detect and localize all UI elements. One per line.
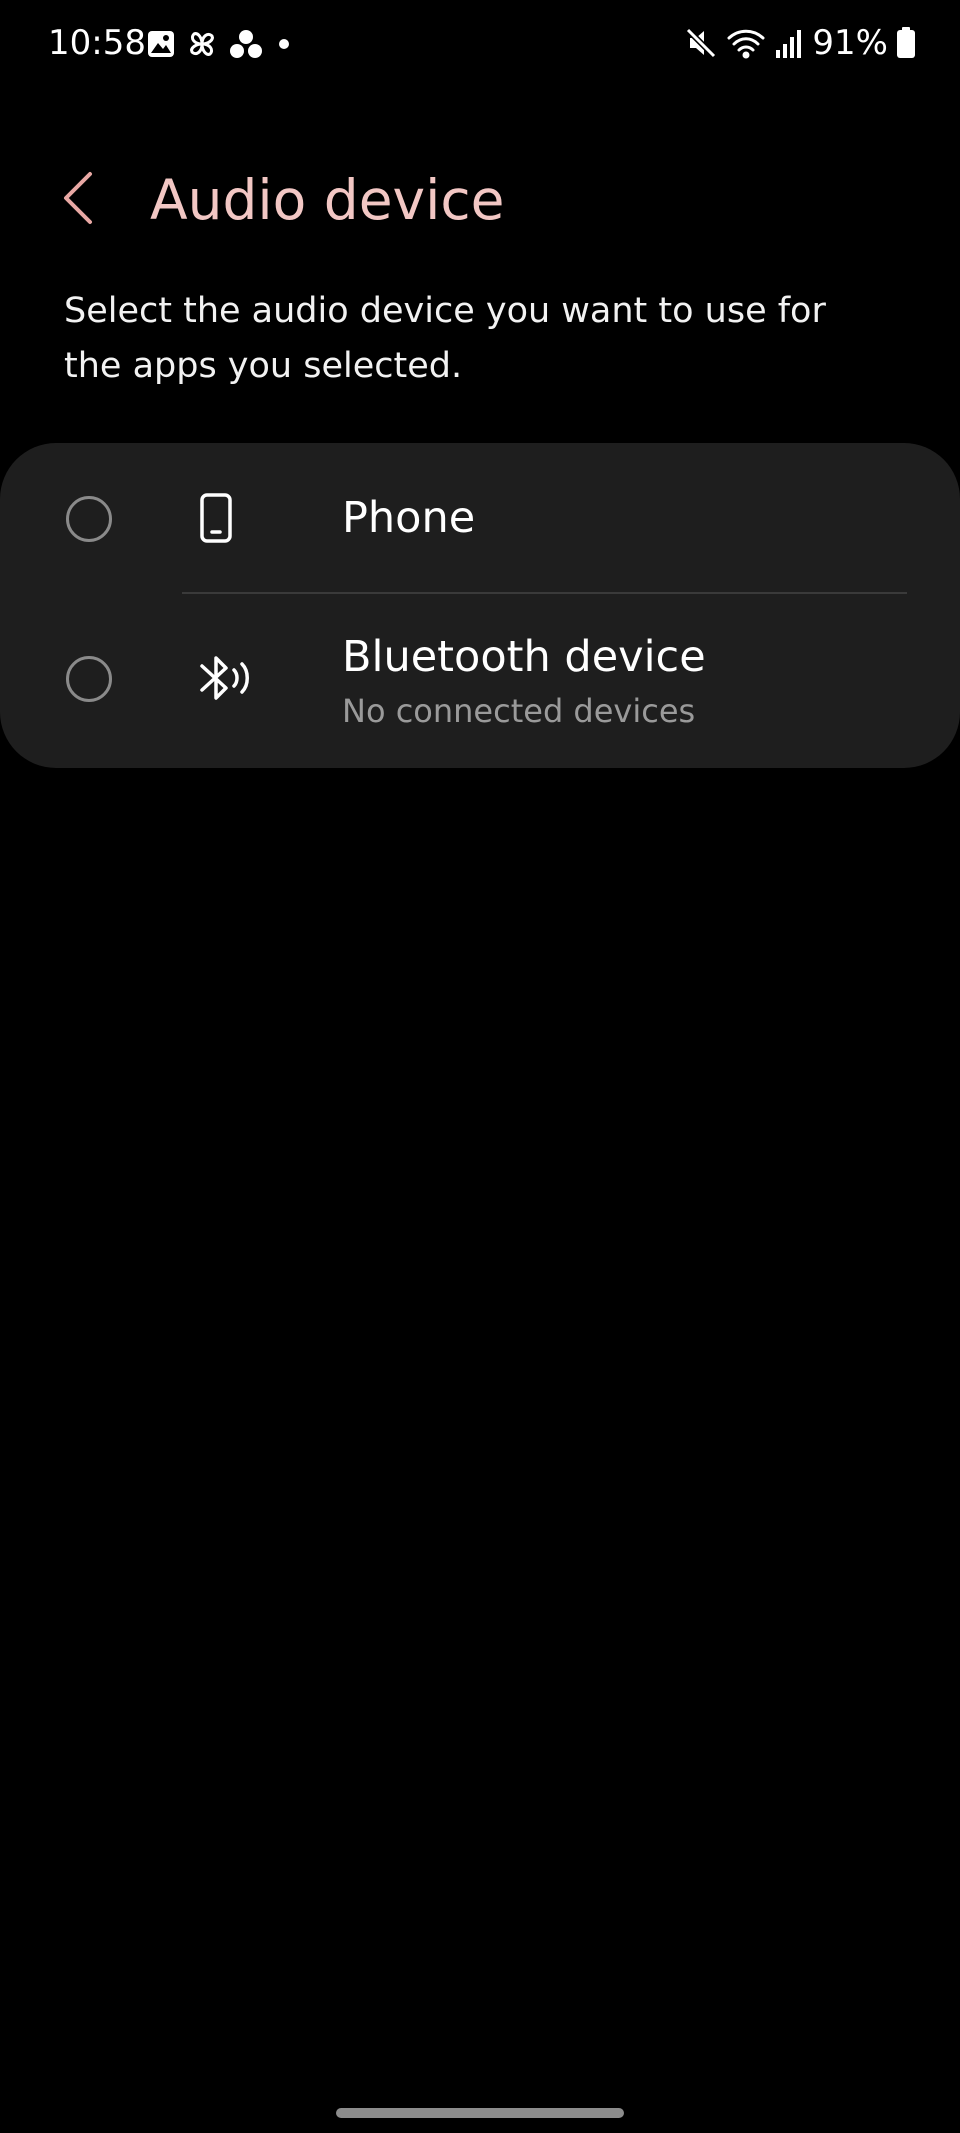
notification-dot-icon xyxy=(274,34,294,54)
mute-icon xyxy=(684,26,718,60)
home-indicator[interactable] xyxy=(336,2108,624,2118)
bluetooth-radio-button[interactable] xyxy=(66,656,112,702)
option-bluetooth-device[interactable]: Bluetooth device No connected devices xyxy=(0,593,960,768)
pinwheel-icon xyxy=(186,28,218,60)
gallery-icon xyxy=(146,29,176,59)
battery-percent: 91% xyxy=(812,23,888,63)
battery-icon xyxy=(896,26,916,60)
phone-icon xyxy=(196,486,236,550)
status-bar: 10:58 91% xyxy=(0,0,960,92)
phone-radio-button[interactable] xyxy=(66,496,112,542)
app-header: Audio device xyxy=(0,150,960,250)
signal-icon xyxy=(774,26,804,60)
option-phone[interactable]: Phone xyxy=(0,443,960,593)
audio-device-list: Phone Bluetooth device No connected devi… xyxy=(0,443,960,768)
wifi-icon xyxy=(726,26,766,60)
option-title: Phone xyxy=(342,493,476,543)
three-dots-app-icon xyxy=(228,28,264,60)
option-subtitle: No connected devices xyxy=(342,692,696,730)
chevron-left-icon xyxy=(60,170,96,230)
status-left-icons xyxy=(146,27,294,61)
bluetooth-audio-icon xyxy=(196,646,260,710)
page-title: Audio device xyxy=(150,168,505,232)
option-title: Bluetooth device xyxy=(342,632,706,682)
status-right-icons: 91% xyxy=(684,22,916,64)
back-button[interactable] xyxy=(48,170,108,230)
page-description: Select the audio device you want to use … xyxy=(64,291,826,386)
status-time: 10:58 xyxy=(48,23,146,63)
